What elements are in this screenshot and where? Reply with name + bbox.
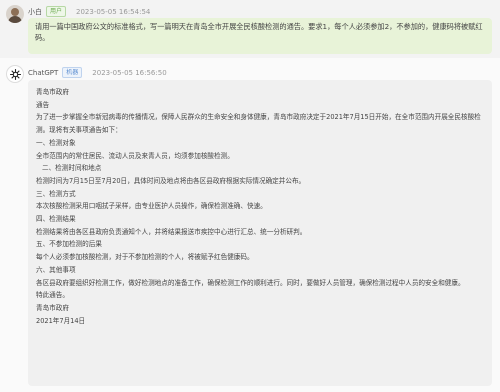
user-name: 小白 (28, 7, 42, 16)
user-role-badge: 用户 (46, 6, 67, 17)
section-body-3: 本次核酸检测采用口咽拭子采样，由专业医护人员操作，确保检测准确、快速。 (36, 202, 267, 211)
ai-message-meta: ChatGPT 机器 2023-05-05 16:56:50 (28, 67, 167, 78)
chatgpt-logo-icon[interactable] (6, 65, 24, 83)
section-body-4: 检测结果将由各区县政府负责通知个人，并将结果报送市疾控中心进行汇总、统一分析研判… (36, 227, 307, 236)
section-body-6: 各区县政府要组织好检测工作，做好检测地点的准备工作，确保检测工作的顺利进行。同时… (36, 278, 465, 287)
ai-message: ChatGPT 机器 2023-05-05 16:56:50 青岛市政府 通告 … (0, 58, 500, 392)
section-body-2: 检测时间为7月15日至7月20日，具体时间及地点将由各区县政府根据实际情况确定并… (36, 176, 306, 185)
section-heading-4: 四、检测结果 (36, 215, 76, 224)
section-body-1: 全市范围内的常住居民、流动人员及来青人员，均须参加核酸检测。 (36, 151, 234, 160)
ai-timestamp: 2023-05-05 16:56:50 (92, 68, 167, 77)
ai-message-bubble: 青岛市政府 通告 为了进一步掌握全市新冠病毒的传播情况，保障人民群众的生命安全和… (28, 80, 492, 386)
ai-name: ChatGPT (28, 68, 59, 77)
ai-role-badge: 机器 (62, 67, 83, 78)
section-heading-1: 一、检测对象 (36, 138, 76, 147)
notice-issuer: 青岛市政府 (36, 88, 69, 96)
section-heading-3: 三、检测方式 (36, 189, 76, 198)
section-heading-5: 五、不参加检测的后果 (36, 240, 102, 249)
notice-intro: 为了进一步掌握全市新冠病毒的传播情况，保障人民群众的生命安全和身体健康，青岛市政… (36, 113, 481, 135)
section-heading-2: 二、检测时间和地点 (42, 164, 102, 173)
user-message-meta: 小白 用户 2023-05-05 16:54:54 (28, 6, 150, 17)
user-message: 小白 用户 2023-05-05 16:54:54 请用一篇中国政府公文的标准格… (0, 0, 500, 58)
section-heading-6: 六、其他事项 (36, 265, 76, 274)
notice-date: 2021年7月14日 (36, 316, 86, 325)
user-avatar[interactable] (6, 5, 24, 23)
section-body-5: 每个人必须参加核酸检测，对于不参加检测的个人，将被赋予红色健康码。 (36, 253, 254, 262)
notice-signature: 青岛市政府 (36, 303, 69, 312)
notice-closing: 特此通告。 (36, 291, 69, 300)
notice-title: 通告 (36, 100, 50, 109)
user-message-bubble: 请用一篇中国政府公文的标准格式，写一篇明天在青岛全市开展全民核酸检测的通告。要求… (28, 18, 492, 54)
user-timestamp: 2023-05-05 16:54:54 (76, 7, 151, 16)
